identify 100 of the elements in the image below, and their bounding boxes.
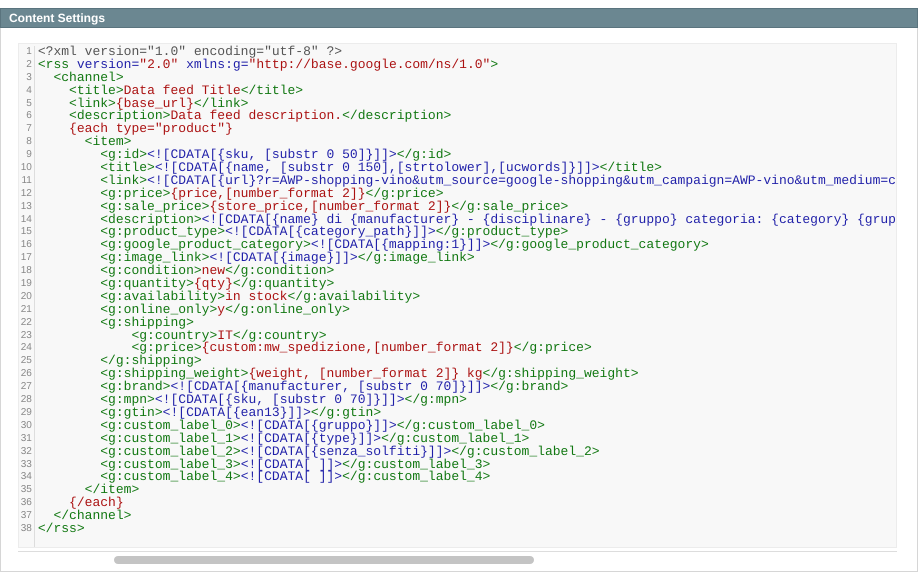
code-token: </g:shipping_weight> [482, 368, 639, 382]
code-token: in stock [225, 290, 288, 304]
code-token: y [217, 304, 226, 317]
line-number: 24 [20, 342, 32, 356]
code-token: </g:price> [514, 342, 592, 356]
line-number: 14 [20, 214, 32, 226]
code-token: </g:country> [232, 330, 327, 342]
code-token: </g:quantity> [232, 278, 334, 291]
code-token: </rss> [38, 522, 85, 536]
line-number: 21 [20, 304, 32, 317]
code-token: <g:price> [99, 188, 170, 201]
code-token: <g:image_link> [99, 252, 210, 266]
line-number: 34 [20, 471, 32, 484]
code-token: <![CDATA[{sku, [substr 0 70]}]]> [154, 394, 405, 407]
code-token: <![CDATA[{category_path}]]> [225, 226, 436, 240]
code-token: <![CDATA[{image}]]> [209, 252, 358, 266]
code-token: <g:condition> [99, 265, 202, 278]
line-number: 38 [20, 522, 32, 536]
code-token: > [490, 58, 498, 72]
code-token: <![CDATA[ ]]> [240, 458, 342, 472]
line-number: 28 [20, 394, 32, 407]
line-number: 18 [20, 265, 32, 278]
code-token: {each type="product"} [68, 123, 233, 136]
code-token: {weight, [number_format 2]} kg [248, 368, 483, 382]
line-number: 22 [20, 316, 32, 330]
code-token: </g:gtin> [310, 406, 382, 420]
code-token: <g:custom_label_4> [100, 471, 241, 484]
code-token: </g:custom_label_2> [451, 446, 600, 458]
code-token: <g:online_only> [99, 304, 218, 317]
code-token: <g:product_type> [99, 226, 226, 240]
line-number: 19 [20, 278, 32, 291]
code-token: {qty} [194, 278, 233, 291]
code-token: <channel> [52, 72, 124, 85]
code-token: version= [76, 58, 140, 72]
code-token: </g:image_link> [358, 252, 475, 266]
code-token: </g:google_product_category> [490, 239, 709, 252]
code-token: <g:sale_price> [99, 200, 210, 214]
code-token: <![CDATA[{mapping:1}]]> [310, 239, 490, 252]
code-token: <description> [68, 110, 170, 124]
code-token: </item> [84, 484, 140, 498]
code-token: <g:custom_label_2> [99, 446, 241, 458]
code-token: <link> [99, 174, 148, 188]
code-token: xmlns:g= [185, 58, 249, 72]
code-token: </title> [600, 162, 662, 175]
code-token: <![CDATA[{type}]]> [240, 432, 382, 446]
line-number: 11 [21, 174, 32, 188]
code-token: <![CDATA[{url}?r=AWP-shopping-vino&utm_source=google-shopping&utm_campaign=AWP-vino&utm_medium=c [147, 174, 896, 188]
code-token: <![CDATA[{senza_solfiti}]]> [240, 446, 452, 458]
line-number: 33 [20, 458, 32, 472]
line-number: 7 [26, 123, 32, 136]
code-token: </g:product_type> [436, 226, 568, 240]
code-token: <title> [68, 84, 124, 98]
line-number: 37 [20, 510, 32, 523]
code-token: <link> [68, 98, 116, 110]
code-token: <g:availability> [99, 290, 226, 304]
line-number: 2 [26, 58, 32, 72]
line-number: 8 [26, 136, 32, 150]
panel-title: Content Settings [9, 10, 105, 27]
line-number: 10 [20, 162, 32, 175]
line-number: 4 [26, 84, 32, 98]
line-number: 20 [20, 290, 32, 304]
code-token: </g:price> [366, 188, 444, 201]
line-number: 13 [20, 200, 32, 214]
line-number: 26 [20, 368, 32, 382]
code-token: <g:custom_label_1> [99, 432, 241, 446]
code-token: {/each} [69, 497, 124, 510]
code-token: <description> [99, 214, 202, 226]
code-token: <g:shipping> [99, 316, 194, 330]
code-token: IT [217, 330, 233, 342]
code-token: <![CDATA[{sku, [substr 0 50]}]]> [147, 149, 397, 162]
code-token: {custom:mw_spedizione,[number_format 2]} [202, 342, 514, 356]
code-token: {base_url} [116, 98, 194, 110]
code-token: </g:custom_label_0> [396, 420, 545, 433]
line-number: 36 [20, 497, 32, 510]
code-token: </g:custom_label_1> [381, 432, 530, 446]
scrollbar-thumb[interactable] [114, 556, 534, 564]
code-token: <![CDATA[{name, [substr 0 150],[strtolower],[ucwords]}]]> [154, 162, 600, 175]
code-token: </g:brand> [490, 381, 568, 394]
line-number: 16 [20, 239, 32, 252]
line-number: 29 [20, 406, 32, 420]
code-token: </g:custom_label_3> [342, 458, 490, 472]
code-token: <g:google_product_category> [99, 239, 311, 252]
line-number: 27 [20, 381, 32, 394]
code-token: <g:custom_label_3> [99, 458, 241, 472]
code-token: <![CDATA[{ean13}]]> [162, 406, 311, 420]
code-token: {price,[number_format 2]} [170, 188, 366, 201]
line-number: 9 [26, 149, 32, 162]
code-token: </channel> [53, 510, 132, 523]
code-token: <g:mpn> [99, 394, 155, 407]
code-token: </g:online_only> [225, 304, 350, 317]
code-token: <g:gtin> [99, 406, 163, 420]
code-token: </g:availability> [288, 290, 420, 304]
code-token: "2.0" [139, 58, 178, 72]
code-token: <g:brand> [99, 381, 170, 394]
code-token: Data feed Title [124, 84, 241, 98]
line-number: 6 [26, 110, 32, 124]
line-number: 31 [20, 432, 32, 446]
line-number: 12 [20, 188, 32, 201]
line-number: 1 [26, 46, 32, 59]
horizontal-scrollbar[interactable] [18, 551, 897, 567]
